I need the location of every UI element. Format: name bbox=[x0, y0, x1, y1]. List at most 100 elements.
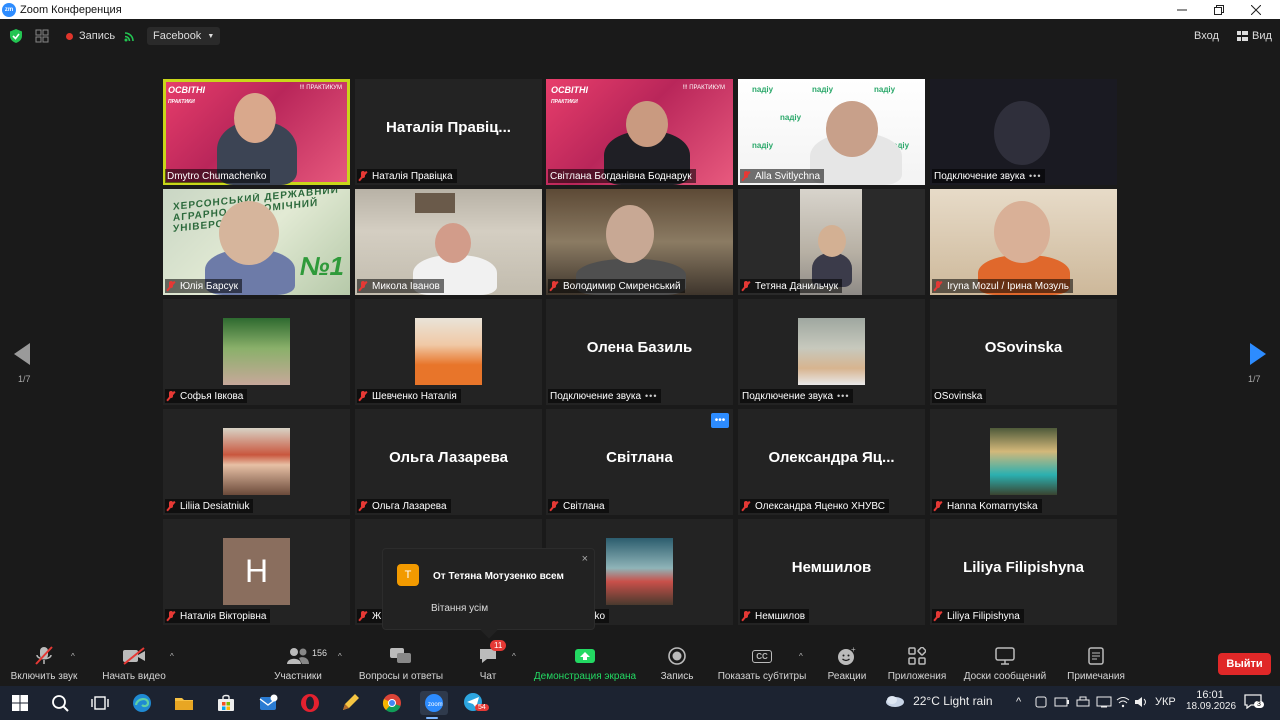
audio-options-caret[interactable]: ^ bbox=[71, 652, 75, 661]
meeting-topbar: Запись Facebook ▼ Вход Вид bbox=[0, 19, 1280, 53]
next-page-button[interactable] bbox=[1250, 343, 1270, 365]
close-popup-button[interactable]: × bbox=[582, 553, 588, 565]
participant-tile[interactable]: Шевченко Наталія bbox=[355, 299, 542, 405]
participants-options-caret[interactable]: ^ bbox=[338, 652, 342, 661]
participant-tile[interactable]: ••• Світлана Світлана bbox=[546, 409, 733, 515]
profile-picture bbox=[798, 318, 865, 385]
file-explorer-icon[interactable] bbox=[172, 691, 196, 715]
input-language[interactable]: УКР bbox=[1155, 696, 1176, 708]
participant-display-name: Liliya Filipishyna bbox=[963, 559, 1084, 576]
video-options-caret[interactable]: ^ bbox=[170, 652, 174, 661]
participant-name-label: Наталія Правіцка bbox=[357, 169, 457, 183]
network-icon[interactable] bbox=[1096, 696, 1112, 711]
minimize-button[interactable] bbox=[1164, 0, 1200, 19]
opera-browser-icon[interactable] bbox=[298, 691, 322, 715]
weather-widget[interactable]: 22°C Light rain bbox=[884, 694, 993, 710]
volume-icon[interactable] bbox=[1134, 696, 1148, 711]
store-icon[interactable] bbox=[214, 691, 238, 715]
video-off-icon bbox=[122, 646, 146, 666]
participant-tile[interactable]: Олена Базиль Подключение звука ••• bbox=[546, 299, 733, 405]
unmute-button[interactable]: Включить звук bbox=[8, 646, 80, 682]
participant-name-label: Тетяна Данильчук bbox=[740, 279, 843, 293]
onedrive-icon[interactable] bbox=[1034, 696, 1048, 711]
participant-tile[interactable]: Софья Івкова bbox=[163, 299, 350, 405]
chat-notification-popup[interactable]: Т От Тетяна Мотузенко всем Вітання усім … bbox=[382, 548, 595, 639]
edge-browser-icon[interactable] bbox=[130, 691, 154, 715]
participant-tile[interactable]: ХЕРСОНСЬКИЙ ДЕРЖАВНИЙ АГРАРНО-ЕКОНОМІЧНИ… bbox=[163, 189, 350, 295]
whiteboards-button[interactable]: Доски сообщений bbox=[962, 646, 1048, 682]
notes-button[interactable]: Примечания bbox=[1064, 646, 1128, 682]
recording-label: Запись bbox=[79, 30, 116, 42]
connecting-dots-icon: ••• bbox=[1029, 171, 1042, 181]
zoom-logo-icon: zm bbox=[2, 2, 16, 17]
windows-start-icon[interactable] bbox=[8, 691, 32, 715]
zoom-app-icon[interactable]: zoom bbox=[420, 691, 448, 719]
participant-tile[interactable]: Ольга Лазарева Ольга Лазарева bbox=[355, 409, 542, 515]
participant-display-name: OSovinska bbox=[984, 339, 1063, 356]
search-icon[interactable] bbox=[48, 691, 72, 715]
show-hidden-icons[interactable]: ^ bbox=[1016, 696, 1021, 708]
show-subtitles-button[interactable]: CC Показать субтитры bbox=[716, 646, 808, 682]
participant-tile[interactable]: Олександра Яц... Олександра Яценко ХНУВС bbox=[738, 409, 925, 515]
chrome-browser-icon[interactable] bbox=[380, 691, 404, 715]
participants-button[interactable]: Участники 156 bbox=[270, 646, 327, 682]
reactions-button[interactable]: + Реакции bbox=[826, 646, 868, 682]
record-button[interactable]: Запись bbox=[658, 646, 696, 682]
share-screen-icon bbox=[574, 646, 596, 666]
task-view-icon[interactable] bbox=[88, 691, 112, 715]
participant-tile[interactable]: Подключение звука ••• bbox=[738, 299, 925, 405]
record-label: Запись bbox=[660, 671, 694, 682]
participant-tile[interactable]: Hanna Komarnytska bbox=[930, 409, 1117, 515]
chat-button[interactable]: 11 Чат bbox=[470, 640, 507, 682]
muted-mic-icon bbox=[934, 611, 942, 621]
chevron-down-icon: ▼ bbox=[207, 32, 215, 40]
facebook-stream-dropdown[interactable]: Facebook ▼ bbox=[147, 27, 221, 45]
pen-app-icon[interactable] bbox=[338, 691, 362, 715]
live-stream-icon[interactable] bbox=[124, 27, 136, 45]
participant-tile[interactable]: Немшилов Немшилов bbox=[738, 519, 925, 625]
participant-name-label: Володимир Смиренський bbox=[548, 279, 685, 293]
share-screen-button[interactable]: Демонстрация экрана bbox=[532, 646, 638, 682]
closed-captions-icon: CC bbox=[752, 646, 772, 666]
qa-button[interactable]: Вопросы и ответы bbox=[358, 646, 444, 682]
view-button[interactable]: Вид bbox=[1237, 27, 1272, 45]
leave-meeting-button[interactable]: Выйти bbox=[1218, 653, 1271, 675]
participant-tile[interactable]: Володимир Смиренський bbox=[546, 189, 733, 295]
chat-options-caret[interactable]: ^ bbox=[512, 652, 516, 661]
notifications-button[interactable]: 3 bbox=[1244, 693, 1264, 712]
participant-tile[interactable]: OSovinska OSovinska bbox=[930, 299, 1117, 405]
participant-tile[interactable]: naдiy naдiy naдiy naдiy naдiy naдiy Alla… bbox=[738, 79, 925, 185]
close-window-button[interactable] bbox=[1238, 0, 1274, 19]
battery-icon[interactable] bbox=[1054, 696, 1070, 711]
muted-mic-icon bbox=[742, 611, 750, 621]
clock[interactable]: 16:01 18.09.2026 bbox=[1186, 689, 1236, 712]
telegram-icon[interactable]: 54 bbox=[462, 691, 489, 715]
recording-indicator[interactable]: Запись bbox=[66, 27, 115, 45]
participant-display-name: Олена Базиль bbox=[586, 339, 693, 356]
start-video-button[interactable]: Начать видео bbox=[100, 646, 168, 682]
participant-tile[interactable]: Подключение звука ••• bbox=[930, 79, 1117, 185]
participant-tile[interactable]: ОСВІТНІ ПРАКТИКИ !!! ПРАКТИКУМ Світлана Б… bbox=[546, 79, 733, 185]
previous-page-button[interactable] bbox=[14, 343, 34, 365]
participant-tile[interactable]: Наталія Правіц... Наталія Правіцка bbox=[355, 79, 542, 185]
subtitles-options-caret[interactable]: ^ bbox=[799, 652, 803, 661]
encryption-shield-icon[interactable] bbox=[9, 27, 23, 45]
gallery-grid-icon[interactable] bbox=[35, 27, 49, 45]
participant-tile[interactable]: Iryna Mozul / Ірина Мозуль bbox=[930, 189, 1117, 295]
participant-tile[interactable]: ОСВІТНІ ПРАКТИКИ !!! ПРАКТИКУМ Dmytro Chu… bbox=[163, 79, 350, 185]
mail-icon[interactable] bbox=[256, 691, 280, 715]
more-options-button[interactable]: ••• bbox=[711, 413, 729, 428]
participant-tile[interactable]: Liliia Desiatniuk bbox=[163, 409, 350, 515]
wifi-icon[interactable] bbox=[1116, 696, 1130, 711]
apps-button[interactable]: Приложения bbox=[886, 646, 948, 682]
participant-tile[interactable]: Микола Іванов bbox=[355, 189, 542, 295]
participant-tile[interactable]: Тетяна Данильчук bbox=[738, 189, 925, 295]
signin-link[interactable]: Вход bbox=[1194, 27, 1219, 45]
cloud-rain-icon bbox=[886, 696, 904, 708]
participant-tile[interactable]: Liliya Filipishyna Liliya Filipishyna bbox=[930, 519, 1117, 625]
printer-icon[interactable] bbox=[1076, 696, 1090, 711]
popup-pointer bbox=[480, 621, 498, 639]
profile-picture bbox=[990, 428, 1057, 495]
participant-tile[interactable]: H Наталія Вікторівна bbox=[163, 519, 350, 625]
maximize-button[interactable] bbox=[1201, 0, 1237, 19]
